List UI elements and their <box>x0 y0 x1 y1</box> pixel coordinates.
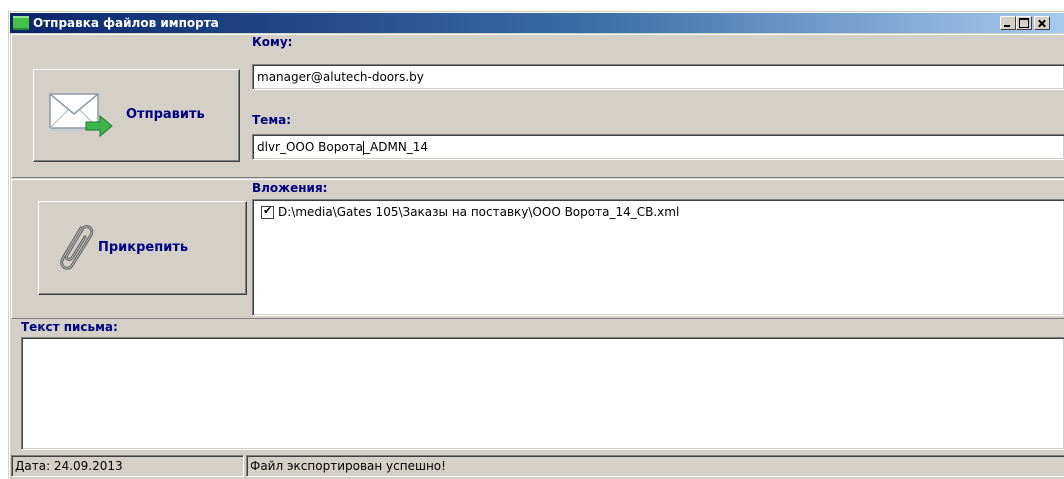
close-button[interactable] <box>1034 16 1050 30</box>
status-message: Файл экспортирован успешно! <box>246 455 1064 477</box>
subject-text-after-caret: _ADMN_14 <box>364 140 429 154</box>
body-label: Текст письма: <box>21 320 118 334</box>
send-button[interactable]: Отправить <box>33 69 240 162</box>
subject-field[interactable]: dlvr_ООО Ворота_ADMN_14 <box>252 134 1064 160</box>
attachment-checkbox[interactable] <box>261 204 274 219</box>
attach-button[interactable]: Прикрепить <box>38 201 247 295</box>
to-field[interactable]: manager@alutech-doors.by <box>252 64 1064 90</box>
attach-label: Прикрепить <box>98 240 189 255</box>
body-textarea[interactable] <box>21 337 1064 450</box>
attachment-path: D:\media\Gates 105\Заказы на поставку\ОО… <box>278 205 680 219</box>
subject-text-before-caret: dlvr_ООО Ворота <box>257 140 364 154</box>
export-mail-window: Отправка файлов импорта Отправить Кому: … <box>8 11 1064 479</box>
window-title: Отправка файлов импорта <box>33 16 219 30</box>
paperclip-icon <box>60 225 94 270</box>
attachments-label: Вложения: <box>252 181 328 195</box>
attachments-list[interactable]: D:\media\Gates 105\Заказы на поставку\ОО… <box>252 199 1064 316</box>
app-icon <box>13 16 29 30</box>
status-bar: Дата: 24.09.2013 Файл экспортирован успе… <box>11 452 1064 479</box>
subject-label: Тема: <box>252 113 292 127</box>
maximize-button[interactable] <box>1016 16 1032 30</box>
minimize-button[interactable] <box>1000 16 1016 30</box>
status-date: Дата: 24.09.2013 <box>11 455 244 477</box>
to-label: Кому: <box>252 35 293 49</box>
envelope-send-icon <box>49 93 113 138</box>
title-bar[interactable]: Отправка файлов импорта <box>10 13 1064 33</box>
attachment-item[interactable]: D:\media\Gates 105\Заказы на поставку\ОО… <box>261 204 680 219</box>
send-label: Отправить <box>126 107 205 122</box>
